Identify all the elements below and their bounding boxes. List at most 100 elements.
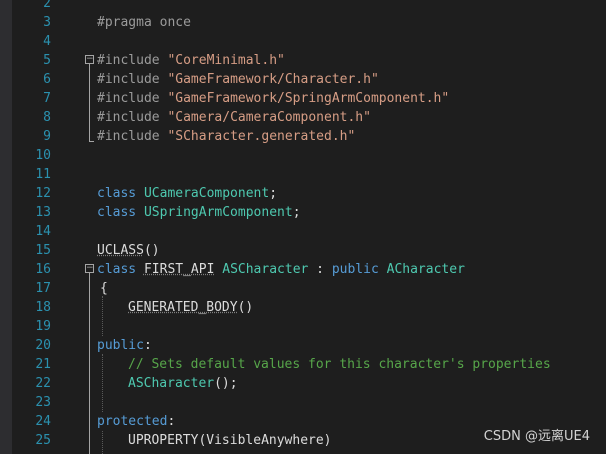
include-directive: #include <box>97 72 168 87</box>
include-directive: #include <box>97 129 168 144</box>
include-directive: #include <box>97 91 168 106</box>
line-number: 13 <box>35 205 51 220</box>
code-text: UCLASS() <box>97 241 160 260</box>
brace: { <box>100 281 108 296</box>
code-line[interactable]: 22 ASCharacter(); <box>0 374 606 393</box>
code-line[interactable]: 4 <box>0 32 606 51</box>
access-specifier-protected: protected <box>97 414 168 429</box>
line-number: 23 <box>35 395 51 410</box>
punctuation: : <box>143 338 152 353</box>
punctuation: () <box>237 300 254 315</box>
preprocessor-directive: #pragma once <box>97 15 191 30</box>
macro-uclass: UCLASS <box>97 243 144 258</box>
type-name: USpringArmComponent <box>143 205 293 220</box>
fold-guide-line <box>89 273 90 454</box>
code-line[interactable]: 3 #pragma once <box>0 13 606 32</box>
fold-end-marker <box>89 141 94 142</box>
keyword-class: class <box>97 186 144 201</box>
collapse-icon[interactable]: − <box>85 264 94 273</box>
line-number: 3 <box>43 15 51 30</box>
code-text: GENERATED_BODY() <box>128 298 253 317</box>
include-directive: #include <box>97 53 168 68</box>
line-number: 21 <box>35 357 51 372</box>
macro-args: (VisibleAnywhere) <box>198 433 332 448</box>
code-line[interactable]: 7 #include "GameFramework/SpringArmCompo… <box>0 89 606 108</box>
code-line[interactable]: 11 <box>0 165 606 184</box>
line-number: 24 <box>35 414 51 429</box>
punctuation: ; <box>269 186 278 201</box>
code-text: #include "Camera/CameraComponent.h" <box>97 108 371 127</box>
code-text: // Sets default values for this characte… <box>128 355 551 374</box>
code-line[interactable]: 17 { <box>0 279 606 298</box>
punctuation: (); <box>214 376 238 391</box>
code-text: class USpringArmComponent; <box>97 203 301 222</box>
code-text: ASCharacter(); <box>128 374 238 393</box>
line-number: 8 <box>43 110 51 125</box>
punctuation: () <box>143 243 160 258</box>
keyword-class: class <box>97 205 144 220</box>
punctuation: : <box>167 414 176 429</box>
line-number: 2 <box>43 0 51 11</box>
line-number: 25 <box>35 433 51 448</box>
code-line[interactable]: 6 #include "GameFramework/Character.h" <box>0 70 606 89</box>
line-number: 14 <box>35 224 51 239</box>
macro-uproperty: UPROPERTY <box>128 433 199 448</box>
line-number: 6 <box>43 72 51 87</box>
macro-generated-body: GENERATED_BODY <box>128 300 238 315</box>
code-text: public: <box>97 336 152 355</box>
code-line[interactable]: 21 // Sets default values for this chara… <box>0 355 606 374</box>
line-number: 12 <box>35 186 51 201</box>
line-number: 19 <box>35 319 51 334</box>
line-number: 18 <box>35 300 51 315</box>
line-number: 20 <box>35 338 51 353</box>
include-path: "SCharacter.generated.h" <box>167 129 356 144</box>
code-line[interactable]: 19 <box>0 317 606 336</box>
line-number: 15 <box>35 243 51 258</box>
code-line[interactable]: 2 <box>0 0 606 13</box>
include-path: "Camera/CameraComponent.h" <box>167 110 371 125</box>
code-text: #pragma once <box>97 13 191 32</box>
code-editor[interactable]: 2 3 #pragma once 4 5 #include "CoreMinim… <box>0 0 606 454</box>
code-line[interactable]: 12 class UCameraComponent; <box>0 184 606 203</box>
line-number: 17 <box>35 281 51 296</box>
line-number: 9 <box>43 129 51 144</box>
code-line[interactable]: 9 #include "SCharacter.generated.h" <box>0 127 606 146</box>
type-name: UCameraComponent <box>143 186 270 201</box>
code-text: #include "SCharacter.generated.h" <box>97 127 355 146</box>
comment: // Sets default values for this characte… <box>128 357 551 372</box>
fold-guide-line <box>89 64 90 141</box>
code-text: protected: <box>97 412 175 431</box>
code-text: #include "CoreMinimal.h" <box>97 51 285 70</box>
line-number: 11 <box>35 167 51 182</box>
constructor-name: ASCharacter <box>128 376 215 391</box>
code-line[interactable]: 10 <box>0 146 606 165</box>
code-line[interactable]: 13 class USpringArmComponent; <box>0 203 606 222</box>
code-line[interactable]: 8 #include "Camera/CameraComponent.h" <box>0 108 606 127</box>
code-text: #include "GameFramework/Character.h" <box>97 70 379 89</box>
code-line[interactable]: 20 public: <box>0 336 606 355</box>
keyword-class: class <box>97 262 144 277</box>
keyword-public: public <box>331 262 387 277</box>
base-class-name: ACharacter <box>386 262 465 277</box>
include-path: "GameFramework/SpringArmComponent.h" <box>167 91 450 106</box>
code-line[interactable]: 18 GENERATED_BODY() <box>0 298 606 317</box>
line-number: 4 <box>43 34 51 49</box>
code-text: class FIRST_API ASCharacter : public ACh… <box>97 260 465 279</box>
include-path: "GameFramework/Character.h" <box>167 72 379 87</box>
code-text: UPROPERTY(VisibleAnywhere) <box>128 431 332 450</box>
line-number: 7 <box>43 91 51 106</box>
code-text: #include "GameFramework/SpringArmCompone… <box>97 89 449 108</box>
indent-guide <box>102 431 103 454</box>
punctuation: : <box>308 262 332 277</box>
include-directive: #include <box>97 110 168 125</box>
code-line[interactable]: 23 <box>0 393 606 412</box>
collapse-icon[interactable]: − <box>85 55 94 64</box>
code-line[interactable]: 15 UCLASS() <box>0 241 606 260</box>
code-line[interactable]: 14 <box>0 222 606 241</box>
access-specifier-public: public <box>97 338 144 353</box>
line-number: 22 <box>35 376 51 391</box>
indent-guide <box>102 296 103 336</box>
api-macro: FIRST_API <box>143 262 215 277</box>
watermark: CSDN @远离UE4 <box>483 429 590 444</box>
code-text: class UCameraComponent; <box>97 184 277 203</box>
